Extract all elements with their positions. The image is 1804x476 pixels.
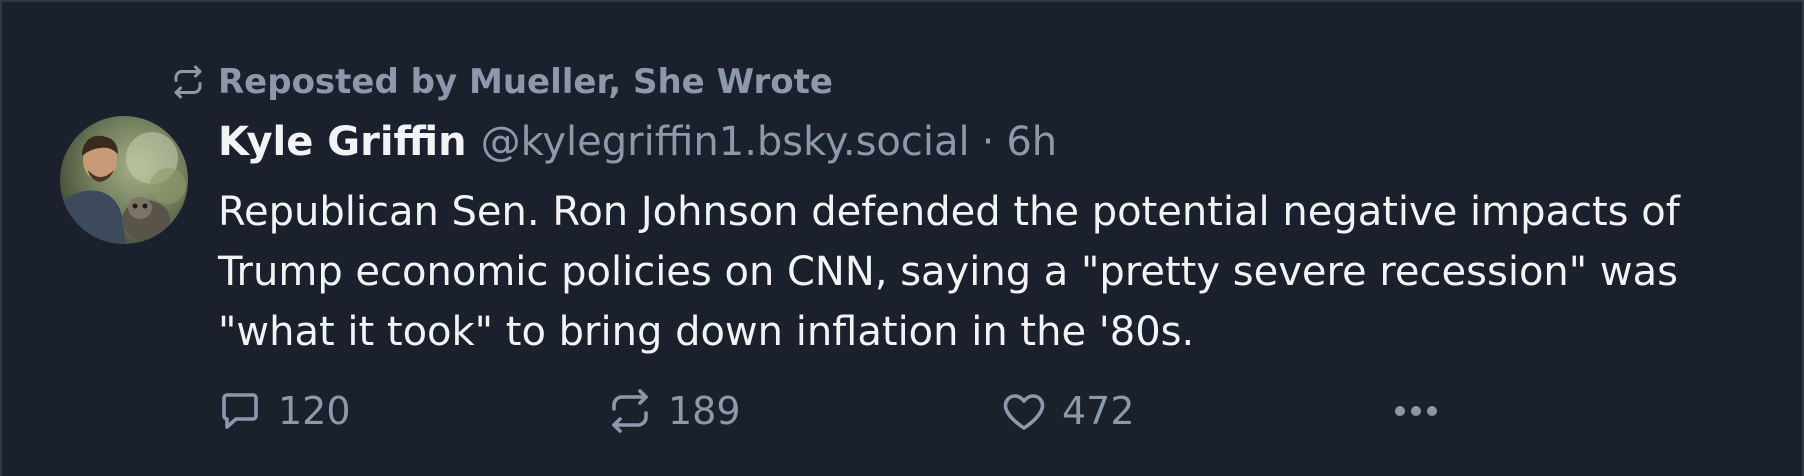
post-text: Republican Sen. Ron Johnson defended the… [218,189,1680,355]
header-separator: · [981,119,995,165]
author-display-name[interactable]: Kyle Griffin [218,119,467,165]
post-timestamp[interactable]: 6h [1006,119,1057,165]
post-actions: 120 189 472 [216,384,1516,438]
more-dots-icon [1386,387,1446,435]
repost-count: 189 [668,389,741,433]
like-count: 472 [1062,389,1135,433]
reply-button[interactable]: 120 [216,384,351,438]
post-header: Kyle Griffin @kylegriffin1.bsky.social ·… [218,116,1057,168]
reply-count: 120 [278,389,351,433]
reposted-by-line[interactable]: Reposted by Mueller, She Wrote [170,60,833,104]
avatar[interactable] [60,116,188,244]
heart-icon [1000,387,1048,435]
more-options-button[interactable] [1386,384,1446,438]
repost-icon [606,387,654,435]
reposted-by-label: Reposted by Mueller, She Wrote [218,62,833,102]
reply-bubble-icon [216,387,264,435]
post-card[interactable]: Reposted by Mueller, She Wrote Kyle Grif… [0,0,1804,476]
repost-button[interactable]: 189 [606,384,741,438]
repost-icon [170,64,206,100]
author-handle[interactable]: @kylegriffin1.bsky.social [481,119,970,165]
like-button[interactable]: 472 [1000,384,1135,438]
